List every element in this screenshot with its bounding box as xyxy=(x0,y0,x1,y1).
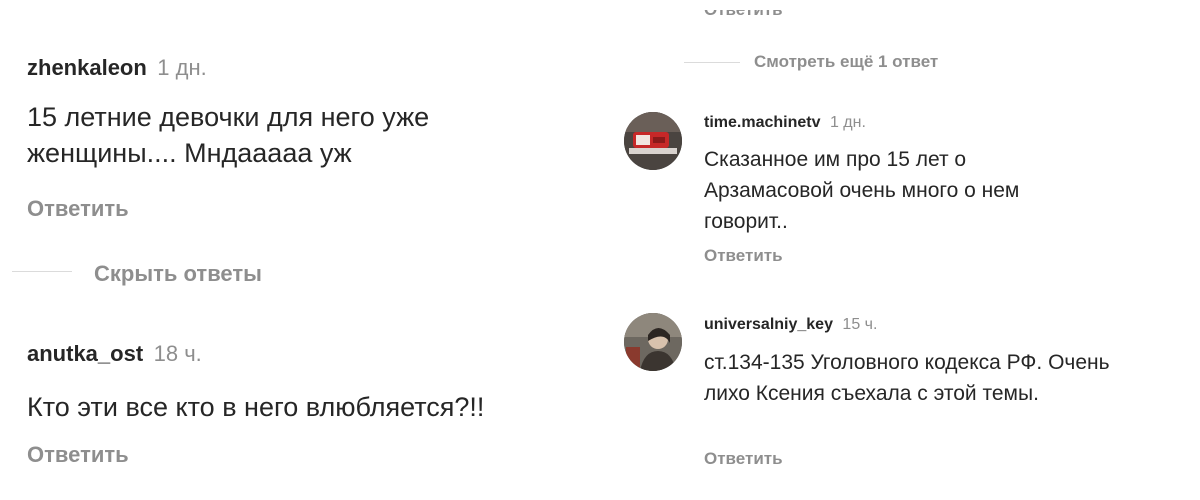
reply-button[interactable]: Ответить xyxy=(27,442,129,468)
view-more-replies-button[interactable]: Смотреть ещё 1 ответ xyxy=(754,52,938,72)
comment-timestamp: 15 ч. xyxy=(842,316,878,333)
comment-text: ст.134-135 Уголовного кодекса РФ. Очень … xyxy=(704,351,1110,405)
comment-username[interactable]: anutka_ost xyxy=(27,341,143,366)
comment-header: universalniy_key 15 ч. xyxy=(704,316,877,334)
comment-text: Кто эти все кто в него влюбляется?!! xyxy=(27,392,485,422)
red-device-avatar-icon[interactable] xyxy=(624,112,682,170)
comment-header: time.machinetv 1 дн. xyxy=(704,114,866,132)
person-photo-avatar-icon[interactable] xyxy=(624,313,682,371)
comment-header: anutka_ost 18 ч. xyxy=(27,341,202,367)
comment-username[interactable]: universalniy_key xyxy=(704,316,833,333)
comment-username[interactable]: time.machinetv xyxy=(704,114,820,131)
hide-replies-button[interactable]: Скрыть ответы xyxy=(94,261,262,287)
avatar-image xyxy=(624,112,682,170)
thread-divider xyxy=(684,62,740,63)
thread-divider xyxy=(12,271,72,272)
avatar-image xyxy=(624,313,682,371)
reply-button-cropped[interactable]: Ответить xyxy=(704,10,783,20)
comment-timestamp: 1 дн. xyxy=(157,55,207,80)
comment-timestamp: 18 ч. xyxy=(153,341,202,366)
reply-button[interactable]: Ответить xyxy=(704,449,783,469)
comment-text: 15 летние девочки для него уже женщины..… xyxy=(27,102,430,168)
comment-timestamp: 1 дн. xyxy=(829,114,866,131)
reply-button[interactable]: Ответить xyxy=(27,196,129,222)
comment-header: zhenkaleon 1 дн. xyxy=(27,55,207,81)
left-comments-panel: zhenkaleon 1 дн. 15 летние девочки для н… xyxy=(0,0,596,500)
right-comments-panel: Ответить Смотреть ещё 1 ответ time.machi… xyxy=(604,0,1200,500)
comment-text: Сказанное им про 15 лет о Арзамасовой оч… xyxy=(704,148,1020,233)
reply-button[interactable]: Ответить xyxy=(704,246,783,266)
comment-username[interactable]: zhenkaleon xyxy=(27,55,147,80)
